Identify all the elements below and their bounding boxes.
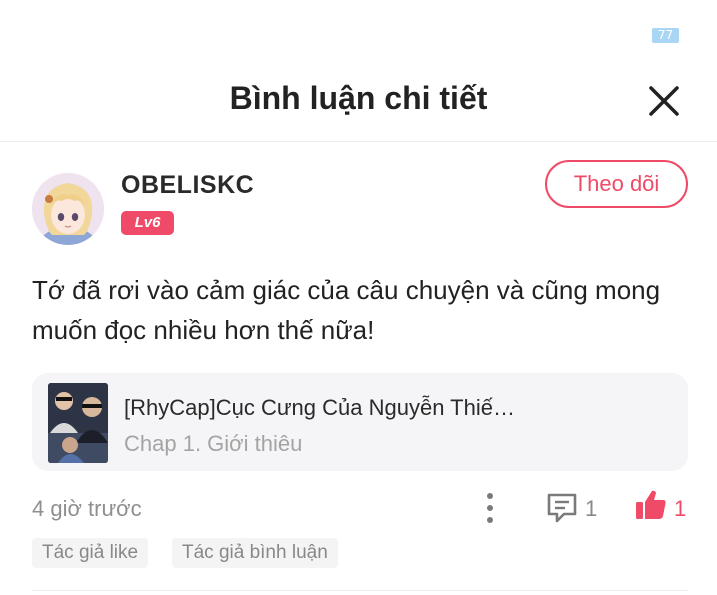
story-title: [RhyCap]Cục Cưng Của Nguyễn Thiế… xyxy=(124,395,515,420)
more-options-button[interactable] xyxy=(478,491,502,525)
level-badge: Lv6 xyxy=(121,211,174,235)
comment-detail-sheet: 77 Bình luận chi tiết OBELISKC Lv6 Theo … xyxy=(0,0,717,595)
story-chapter: Chap 1. Giới thiêu xyxy=(124,431,303,456)
tag-author-liked: Tác giả like xyxy=(32,538,149,568)
comment-timestamp: 4 giờ trước xyxy=(32,496,142,521)
anime-girl-avatar-icon xyxy=(32,173,104,245)
like-button[interactable]: 1 xyxy=(634,488,694,524)
divider xyxy=(32,590,688,591)
thumbs-up-icon xyxy=(636,490,666,519)
page-title: Bình luận chi tiết xyxy=(229,80,488,116)
username[interactable]: OBELISKC xyxy=(121,171,254,200)
reply-button[interactable]: 1 xyxy=(545,490,605,526)
reply-count: 1 xyxy=(585,496,598,521)
like-count: 1 xyxy=(674,496,687,521)
comment-text: Tớ đã rơi vào cảm giác của câu chuyện và… xyxy=(32,275,661,345)
sheet-header: Bình luận chi tiết xyxy=(0,62,717,142)
follow-button[interactable]: Theo dõi xyxy=(545,160,688,208)
story-card[interactable]: [RhyCap]Cục Cưng Của Nguyễn Thiế… Chap 1… xyxy=(32,373,688,471)
story-thumbnail xyxy=(48,383,108,463)
close-icon xyxy=(649,86,679,116)
more-vertical-icon xyxy=(487,493,493,523)
tag-author-commented: Tác giả bình luận xyxy=(172,538,338,568)
avatar[interactable] xyxy=(32,173,104,245)
comment-item: OBELISKC Lv6 Theo dõi Tớ đã rơi vào cảm … xyxy=(0,143,717,595)
comment-bubble-icon xyxy=(547,493,577,523)
story-cover-image-icon xyxy=(48,383,108,463)
close-button[interactable] xyxy=(643,80,685,122)
top-badge: 77 xyxy=(652,28,679,43)
